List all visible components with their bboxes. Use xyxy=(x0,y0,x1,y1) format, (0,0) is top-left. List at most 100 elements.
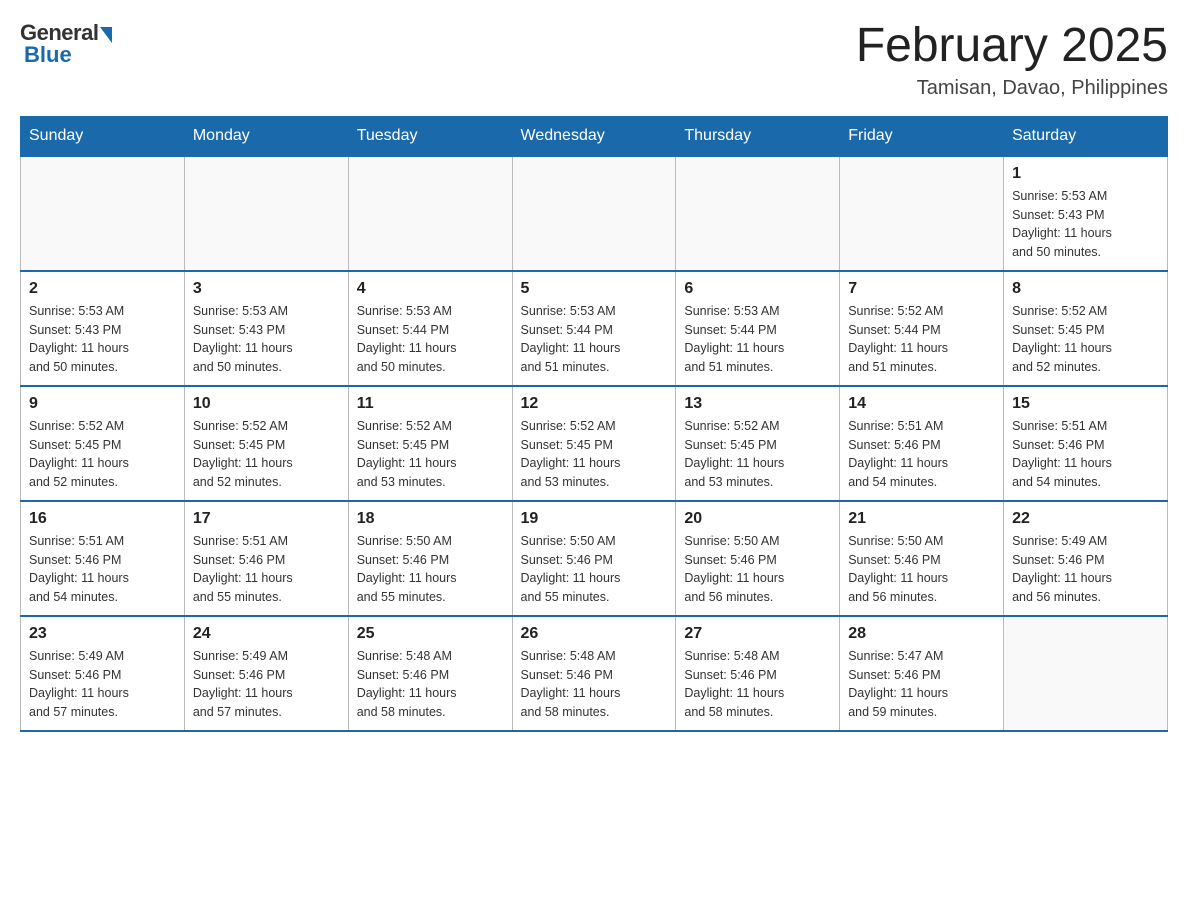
day-cell: 8 Sunrise: 5:52 AMSunset: 5:45 PMDaylight… xyxy=(1004,271,1168,386)
day-number: 27 xyxy=(684,625,831,643)
day-cell: 10 Sunrise: 5:52 AMSunset: 5:45 PMDayligh… xyxy=(184,386,348,501)
day-cell: 9 Sunrise: 5:52 AMSunset: 5:45 PMDaylight… xyxy=(21,386,185,501)
day-number: 16 xyxy=(29,510,176,528)
day-number: 8 xyxy=(1012,280,1159,298)
day-number: 6 xyxy=(684,280,831,298)
day-number: 15 xyxy=(1012,395,1159,413)
day-cell: 28 Sunrise: 5:47 AMSunset: 5:46 PMDayligh… xyxy=(840,616,1004,731)
day-info: Sunrise: 5:53 AMSunset: 5:43 PMDaylight:… xyxy=(1012,187,1159,262)
day-cell xyxy=(21,156,185,271)
day-cell: 11 Sunrise: 5:52 AMSunset: 5:45 PMDayligh… xyxy=(348,386,512,501)
month-title: February 2025 xyxy=(856,20,1168,73)
day-info: Sunrise: 5:53 AMSunset: 5:44 PMDaylight:… xyxy=(684,302,831,377)
week-row-1: 1 Sunrise: 5:53 AMSunset: 5:43 PMDaylight… xyxy=(21,156,1168,271)
day-cell xyxy=(840,156,1004,271)
logo: General Blue xyxy=(20,20,112,68)
day-number: 13 xyxy=(684,395,831,413)
day-number: 2 xyxy=(29,280,176,298)
day-number: 25 xyxy=(357,625,504,643)
day-header-monday: Monday xyxy=(184,116,348,156)
day-number: 1 xyxy=(1012,165,1159,183)
day-number: 28 xyxy=(848,625,995,643)
title-section: February 2025 Tamisan, Davao, Philippine… xyxy=(856,20,1168,100)
day-info: Sunrise: 5:53 AMSunset: 5:44 PMDaylight:… xyxy=(357,302,504,377)
day-info: Sunrise: 5:53 AMSunset: 5:43 PMDaylight:… xyxy=(29,302,176,377)
day-cell: 15 Sunrise: 5:51 AMSunset: 5:46 PMDayligh… xyxy=(1004,386,1168,501)
week-row-5: 23 Sunrise: 5:49 AMSunset: 5:46 PMDayligh… xyxy=(21,616,1168,731)
day-info: Sunrise: 5:52 AMSunset: 5:45 PMDaylight:… xyxy=(29,417,176,492)
day-info: Sunrise: 5:48 AMSunset: 5:46 PMDaylight:… xyxy=(357,647,504,722)
day-cell: 22 Sunrise: 5:49 AMSunset: 5:46 PMDayligh… xyxy=(1004,501,1168,616)
day-cell: 14 Sunrise: 5:51 AMSunset: 5:46 PMDayligh… xyxy=(840,386,1004,501)
day-header-saturday: Saturday xyxy=(1004,116,1168,156)
week-row-3: 9 Sunrise: 5:52 AMSunset: 5:45 PMDaylight… xyxy=(21,386,1168,501)
day-cell: 13 Sunrise: 5:52 AMSunset: 5:45 PMDayligh… xyxy=(676,386,840,501)
logo-blue-text: Blue xyxy=(20,42,72,68)
day-info: Sunrise: 5:51 AMSunset: 5:46 PMDaylight:… xyxy=(29,532,176,607)
day-cell: 2 Sunrise: 5:53 AMSunset: 5:43 PMDaylight… xyxy=(21,271,185,386)
day-number: 9 xyxy=(29,395,176,413)
day-info: Sunrise: 5:49 AMSunset: 5:46 PMDaylight:… xyxy=(193,647,340,722)
day-cell: 5 Sunrise: 5:53 AMSunset: 5:44 PMDaylight… xyxy=(512,271,676,386)
day-header-thursday: Thursday xyxy=(676,116,840,156)
day-cell: 18 Sunrise: 5:50 AMSunset: 5:46 PMDayligh… xyxy=(348,501,512,616)
day-cell: 25 Sunrise: 5:48 AMSunset: 5:46 PMDayligh… xyxy=(348,616,512,731)
day-info: Sunrise: 5:50 AMSunset: 5:46 PMDaylight:… xyxy=(357,532,504,607)
location-title: Tamisan, Davao, Philippines xyxy=(856,77,1168,100)
day-number: 18 xyxy=(357,510,504,528)
day-number: 3 xyxy=(193,280,340,298)
day-cell: 1 Sunrise: 5:53 AMSunset: 5:43 PMDaylight… xyxy=(1004,156,1168,271)
day-cell xyxy=(348,156,512,271)
day-info: Sunrise: 5:49 AMSunset: 5:46 PMDaylight:… xyxy=(29,647,176,722)
day-info: Sunrise: 5:52 AMSunset: 5:45 PMDaylight:… xyxy=(1012,302,1159,377)
day-info: Sunrise: 5:51 AMSunset: 5:46 PMDaylight:… xyxy=(848,417,995,492)
page-header: General Blue February 2025 Tamisan, Dava… xyxy=(20,20,1168,100)
day-cell: 16 Sunrise: 5:51 AMSunset: 5:46 PMDayligh… xyxy=(21,501,185,616)
day-number: 10 xyxy=(193,395,340,413)
day-number: 5 xyxy=(521,280,668,298)
day-cell: 17 Sunrise: 5:51 AMSunset: 5:46 PMDayligh… xyxy=(184,501,348,616)
day-info: Sunrise: 5:47 AMSunset: 5:46 PMDaylight:… xyxy=(848,647,995,722)
day-cell: 23 Sunrise: 5:49 AMSunset: 5:46 PMDayligh… xyxy=(21,616,185,731)
day-header-wednesday: Wednesday xyxy=(512,116,676,156)
day-cell xyxy=(184,156,348,271)
day-info: Sunrise: 5:50 AMSunset: 5:46 PMDaylight:… xyxy=(848,532,995,607)
day-cell: 19 Sunrise: 5:50 AMSunset: 5:46 PMDayligh… xyxy=(512,501,676,616)
week-row-2: 2 Sunrise: 5:53 AMSunset: 5:43 PMDaylight… xyxy=(21,271,1168,386)
day-cell: 20Sunrise: 5:50 AMSunset: 5:46 PMDayligh… xyxy=(676,501,840,616)
day-info: Sunrise: 5:52 AMSunset: 5:45 PMDaylight:… xyxy=(521,417,668,492)
day-number: 14 xyxy=(848,395,995,413)
day-info: Sunrise: 5:49 AMSunset: 5:46 PMDaylight:… xyxy=(1012,532,1159,607)
day-header-tuesday: Tuesday xyxy=(348,116,512,156)
day-number: 24 xyxy=(193,625,340,643)
day-info: Sunrise: 5:50 AMSunset: 5:46 PMDaylight:… xyxy=(684,532,831,607)
day-info: Sunrise: 5:52 AMSunset: 5:45 PMDaylight:… xyxy=(684,417,831,492)
day-info: Sunrise: 5:52 AMSunset: 5:45 PMDaylight:… xyxy=(357,417,504,492)
day-number: 26 xyxy=(521,625,668,643)
day-number: 17 xyxy=(193,510,340,528)
day-number: 21 xyxy=(848,510,995,528)
day-info: Sunrise: 5:48 AMSunset: 5:46 PMDaylight:… xyxy=(684,647,831,722)
day-cell: 24 Sunrise: 5:49 AMSunset: 5:46 PMDayligh… xyxy=(184,616,348,731)
day-number: 19 xyxy=(521,510,668,528)
day-cell: 12 Sunrise: 5:52 AMSunset: 5:45 PMDayligh… xyxy=(512,386,676,501)
day-cell: 4 Sunrise: 5:53 AMSunset: 5:44 PMDaylight… xyxy=(348,271,512,386)
day-number: 12 xyxy=(521,395,668,413)
day-info: Sunrise: 5:52 AMSunset: 5:45 PMDaylight:… xyxy=(193,417,340,492)
day-info: Sunrise: 5:50 AMSunset: 5:46 PMDaylight:… xyxy=(521,532,668,607)
day-number: 4 xyxy=(357,280,504,298)
day-number: 11 xyxy=(357,395,504,413)
day-cell: 3Sunrise: 5:53 AMSunset: 5:43 PMDaylight… xyxy=(184,271,348,386)
week-row-4: 16 Sunrise: 5:51 AMSunset: 5:46 PMDayligh… xyxy=(21,501,1168,616)
day-info: Sunrise: 5:51 AMSunset: 5:46 PMDaylight:… xyxy=(193,532,340,607)
day-cell: 7 Sunrise: 5:52 AMSunset: 5:44 PMDaylight… xyxy=(840,271,1004,386)
day-cell xyxy=(512,156,676,271)
calendar-table: SundayMondayTuesdayWednesdayThursdayFrid… xyxy=(20,116,1168,732)
day-number: 22 xyxy=(1012,510,1159,528)
day-number: 7 xyxy=(848,280,995,298)
day-info: Sunrise: 5:52 AMSunset: 5:44 PMDaylight:… xyxy=(848,302,995,377)
day-info: Sunrise: 5:53 AMSunset: 5:44 PMDaylight:… xyxy=(521,302,668,377)
day-number: 23 xyxy=(29,625,176,643)
day-header-friday: Friday xyxy=(840,116,1004,156)
day-info: Sunrise: 5:51 AMSunset: 5:46 PMDaylight:… xyxy=(1012,417,1159,492)
